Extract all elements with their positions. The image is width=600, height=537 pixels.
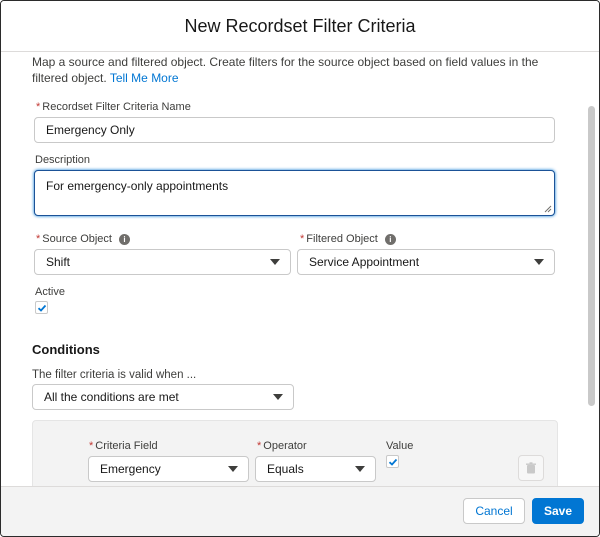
conditions-heading: Conditions	[32, 342, 100, 357]
info-icon[interactable]: i	[384, 234, 396, 245]
delete-condition-button[interactable]	[518, 455, 544, 481]
active-checkbox[interactable]	[35, 301, 48, 314]
chevron-down-icon	[270, 259, 280, 265]
filtered-object-select[interactable]: Service Appointment	[297, 249, 555, 275]
modal-title: New Recordset Filter Criteria	[184, 16, 416, 36]
source-object-label: * Source Object i	[36, 232, 130, 246]
operator-label: * Operator	[257, 440, 307, 452]
name-input[interactable]: Emergency Only	[34, 117, 555, 143]
chevron-down-icon	[228, 466, 238, 472]
value-label: Value	[386, 440, 414, 452]
criteria-field-label: * Criteria Field	[89, 440, 158, 452]
chevron-down-icon	[355, 466, 365, 472]
filtered-object-label: * Filtered Object i	[300, 232, 396, 246]
cancel-button[interactable]: Cancel	[463, 498, 525, 524]
active-label: Active	[35, 286, 65, 298]
chevron-down-icon	[534, 259, 544, 265]
condition-row: * Criteria Field Emergency * Operator Equa…	[32, 420, 558, 486]
source-object-select[interactable]: Shift	[34, 249, 291, 275]
operator-select[interactable]: Equals	[255, 456, 376, 482]
scrollbar[interactable]	[588, 106, 595, 406]
resize-handle-icon[interactable]	[544, 205, 552, 213]
intro-text: Map a source and filtered object. Create…	[32, 55, 539, 85]
valid-when-select[interactable]: All the conditions are met	[32, 384, 294, 410]
description-textarea[interactable]: For emergency-only appointments	[34, 170, 555, 216]
modal-footer: Cancel Save	[1, 486, 599, 536]
modal-body: Map a source and filtered object. Create…	[1, 52, 599, 486]
criteria-field-select[interactable]: Emergency	[88, 456, 249, 482]
checkmark-icon	[388, 458, 398, 466]
trash-icon	[526, 462, 536, 474]
checkmark-icon	[37, 304, 47, 312]
valid-when-label: The filter criteria is valid when ...	[32, 369, 197, 381]
chevron-down-icon	[273, 394, 283, 400]
value-checkbox[interactable]	[386, 455, 399, 468]
modal-header: New Recordset Filter Criteria	[1, 1, 599, 52]
required-marker: *	[36, 101, 41, 113]
name-field-label: * Recordset Filter Criteria Name	[36, 101, 191, 113]
modal-dialog: New Recordset Filter Criteria Map a sour…	[0, 0, 600, 537]
description-label: Description	[35, 154, 91, 166]
save-button[interactable]: Save	[532, 498, 584, 524]
tell-me-more-link[interactable]: Tell Me More	[110, 71, 179, 85]
info-icon[interactable]: i	[118, 234, 130, 245]
